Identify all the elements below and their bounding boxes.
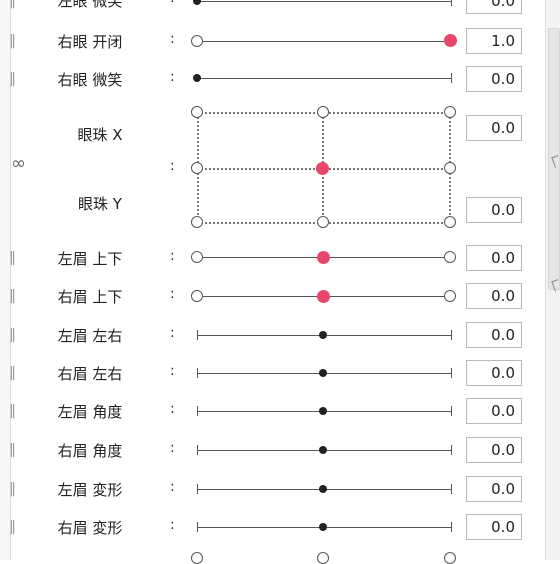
slider-end-tick (451, 0, 452, 6)
slider-end-tick (451, 484, 452, 494)
param-row-right-eye-smile: ‖ 右眼 微笑 : 0.0 (0, 66, 545, 92)
slider-min-handle[interactable] (191, 251, 203, 263)
param-label: 左眼 微笑 (57, 0, 123, 10)
param-label: 右眼 微笑 (57, 71, 123, 89)
param-label-eyeball-y: 眼珠 Y (78, 195, 122, 213)
slider-max-handle[interactable] (444, 251, 456, 263)
slider-track[interactable] (197, 1, 451, 2)
value-field[interactable]: 0.0 (466, 360, 522, 386)
separator: : (170, 479, 175, 495)
slider-min-handle[interactable] (191, 552, 203, 564)
slider-handle[interactable] (317, 251, 330, 264)
param-label: 右眉 上下 (57, 288, 123, 306)
separator: : (170, 325, 175, 341)
separator: : (170, 0, 175, 6)
param-label-eyeball-x: 眼珠 X (77, 126, 123, 144)
slider-end-tick (451, 445, 452, 455)
slider-track[interactable] (197, 78, 451, 79)
slider-handle[interactable] (319, 446, 327, 454)
value-field[interactable]: 1.0 (466, 28, 522, 54)
param-label: 右眉 角度 (57, 442, 123, 460)
param-row-right-brow-leftright: ‖ 右眉 左右 : 0.0 (0, 360, 545, 386)
separator: : (170, 158, 175, 174)
value-field-eyeball-x[interactable]: 0.0 (466, 115, 522, 141)
slider-end-tick (451, 330, 452, 340)
value-field[interactable]: 0.0 (466, 283, 522, 309)
param-row-left-eye-smile: ‖ 左眼 微笑 : 0.0 (0, 0, 545, 14)
slider-min-handle[interactable] (191, 35, 203, 47)
pad-anchor[interactable] (317, 106, 329, 118)
param-label: 左眉 角度 (57, 403, 123, 421)
slider-handle[interactable] (444, 34, 457, 47)
slider-handle[interactable] (319, 523, 327, 531)
param-row-left-brow-leftright: ‖ 左眉 左右 : 0.0 (0, 322, 545, 348)
value-field-eyeball-y[interactable]: 0.0 (466, 197, 522, 223)
param-label: 左眉 変形 (57, 481, 123, 499)
separator: : (170, 401, 175, 417)
pad-anchor[interactable] (191, 162, 203, 174)
slider-handle[interactable] (319, 369, 327, 377)
slider-end-tick (451, 368, 452, 378)
slider-max-handle[interactable] (444, 290, 456, 302)
param-row-right-brow-angle: ‖ 右眉 角度 : 0.0 (0, 437, 545, 463)
chain-link-icon[interactable]: ∞ (11, 155, 26, 173)
separator: : (170, 248, 175, 264)
param-row-left-brow-updown: ‖ 左眉 上下 : 0.0 (0, 245, 545, 271)
xy-pad[interactable] (191, 106, 456, 228)
value-field[interactable]: 0.0 (466, 0, 522, 14)
separator: : (170, 69, 175, 85)
slider-max-handle[interactable] (444, 552, 456, 564)
separator: : (170, 517, 175, 533)
slider-mid-handle[interactable] (317, 552, 329, 564)
value-field[interactable]: 0.0 (466, 476, 522, 502)
pad-anchor[interactable] (444, 216, 456, 228)
slider-handle[interactable] (319, 485, 327, 493)
value-field[interactable]: 0.0 (466, 398, 522, 424)
slider-handle[interactable] (319, 407, 327, 415)
param-row-right-eye-open: ‖ 右眼 开闭 : 1.0 (0, 28, 545, 54)
slider-handle[interactable] (319, 331, 327, 339)
param-label: 右眉 左右 (57, 365, 123, 383)
value-field[interactable]: 0.0 (466, 322, 522, 348)
param-row-right-brow-deform: ‖ 右眉 変形 : 0.0 (0, 514, 545, 540)
slider-end-tick (451, 406, 452, 416)
param-row-left-brow-deform: ‖ 左眉 変形 : 0.0 (0, 476, 545, 502)
slider-min-handle[interactable] (191, 290, 203, 302)
pad-anchor[interactable] (444, 106, 456, 118)
separator: : (170, 286, 175, 302)
slider-end-tick (451, 73, 452, 83)
value-field[interactable]: 0.0 (466, 66, 522, 92)
param-row-right-brow-updown: ‖ 右眉 上下 : 0.0 (0, 283, 545, 309)
separator: : (170, 31, 175, 47)
separator: : (170, 440, 175, 456)
value-field[interactable]: 0.0 (466, 437, 522, 463)
pad-anchor[interactable] (191, 216, 203, 228)
param-row-partial (0, 552, 545, 564)
pad-handle[interactable] (316, 162, 329, 175)
pad-anchor[interactable] (191, 106, 203, 118)
param-row-left-brow-angle: ‖ 左眉 角度 : 0.0 (0, 398, 545, 424)
slider-end-tick (451, 522, 452, 532)
slider-handle[interactable] (193, 0, 201, 5)
slider-track[interactable] (197, 41, 451, 42)
pad-anchor[interactable] (317, 216, 329, 228)
slider-handle[interactable] (317, 290, 330, 303)
pad-anchor[interactable] (444, 162, 456, 174)
param-label: 左眉 上下 (57, 250, 123, 268)
separator: : (170, 363, 175, 379)
param-label: 右眼 开闭 (57, 33, 123, 51)
slider-handle[interactable] (193, 74, 201, 82)
value-field[interactable]: 0.0 (466, 245, 522, 271)
param-label: 左眉 左右 (57, 327, 123, 345)
value-field[interactable]: 0.0 (466, 514, 522, 540)
param-label: 右眉 変形 (57, 519, 123, 537)
